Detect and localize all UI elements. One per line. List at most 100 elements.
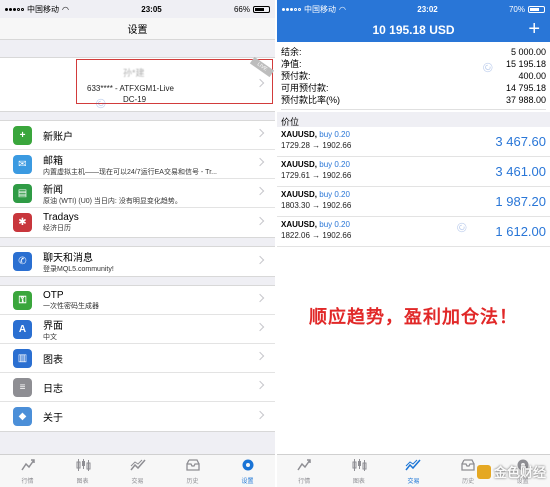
settings-row[interactable]: ✉ 邮箱 内置虚拟主机——现在可以24/7运行EA交易和信号 - Tr... xyxy=(0,150,275,179)
summary-row: 预付款: 400.00 xyxy=(281,70,546,82)
carrier-label: 中国移动 xyxy=(27,4,59,14)
position-profit: 1 612.00 xyxy=(495,224,546,239)
battery-icon xyxy=(253,5,270,13)
live-ribbon: LIVE xyxy=(249,56,275,78)
settings-row[interactable]: + 新账户 xyxy=(0,121,275,150)
account-summary: 结余: 5 000.00 净值: 15 195.18 预付款: 400.00 可用预付款: 1… xyxy=(277,42,550,110)
summary-value: 15 195.18 xyxy=(505,59,546,69)
tab-label: 图表 xyxy=(352,478,365,485)
tab-history[interactable]: 历史 xyxy=(165,455,220,487)
status-bar: 中国移动 ◠ 23:05 66% xyxy=(0,0,275,18)
tab-trade[interactable]: 交易 xyxy=(386,455,441,487)
tab-label: 行情 xyxy=(21,478,34,485)
settings-row-subtitle: 登录MQL5.community! xyxy=(43,266,114,273)
balance-bar: 10 195.18 USD + xyxy=(277,18,550,42)
summary-value: 14 795.18 xyxy=(505,83,546,93)
position-symbol: XAUUSD, xyxy=(281,130,318,139)
tab-quotes[interactable]: 行情 xyxy=(0,455,55,487)
divider xyxy=(281,109,546,110)
position-action: buy 0.20 xyxy=(319,130,350,139)
history-icon xyxy=(185,458,201,474)
quotes-icon xyxy=(296,458,312,474)
settings-row[interactable]: A 界面 中文 xyxy=(0,315,275,344)
tagline-text: 顺应趋势，盈利加仓法！ xyxy=(309,307,518,328)
summary-label: 结余: xyxy=(281,47,302,57)
position-row[interactable]: XAUUSD, buy 0.20 1729.61 → 1902.66 3 461.0… xyxy=(277,157,550,187)
tab-settings[interactable]: 设置 xyxy=(220,455,275,487)
tab-label: 交易 xyxy=(131,478,144,485)
settings-row[interactable]: ⚿ OTP 一次性密码生成器 xyxy=(0,286,275,315)
quotes-icon xyxy=(20,458,36,474)
settings-row[interactable]: ✱ Tradays 经济日历 xyxy=(0,208,275,237)
position-row[interactable]: XAUUSD, buy 0.20 1729.28 → 1902.66 3 467.6… xyxy=(277,127,550,157)
trade-icon xyxy=(129,458,146,474)
settings-row-text: 图表 xyxy=(43,351,63,366)
wifi-icon: ◠ xyxy=(62,4,69,14)
account-name: 孙*建 xyxy=(123,68,145,78)
battery-percent: 70% xyxy=(508,4,525,14)
settings-row[interactable]: ◆ 关于 xyxy=(0,402,275,431)
about-icon: ◆ xyxy=(13,407,32,426)
battery-icon xyxy=(528,5,545,13)
settings-row-subtitle: 经济日历 xyxy=(43,225,71,232)
tab-trade[interactable]: 交易 xyxy=(110,455,165,487)
summary-row: 结余: 5 000.00 xyxy=(281,46,546,58)
settings-row-text: 日志 xyxy=(43,380,63,395)
account-number: 633**** - ATFXGM1-Live xyxy=(87,84,174,93)
summary-row: 可用预付款: 14 795.18 xyxy=(281,82,546,94)
chart-icon: ▥ xyxy=(13,348,32,368)
signal-icon xyxy=(5,7,24,11)
chevron-right-icon xyxy=(255,322,265,332)
settings-row-subtitle: 一次性密码生成器 xyxy=(43,302,99,310)
brand-logo-icon xyxy=(476,464,491,479)
settings-row-subtitle: 原油 (WTI) (U0) 当日内: 没有明显变化趋势。 xyxy=(43,197,182,205)
settings-group-main: + 新账户 ✉ 邮箱 内置虚拟主机——现在可以24/7运行EA交易和信号 - Tr...… xyxy=(0,120,275,238)
account-card[interactable]: 孙*建 633**** - ATFXGM1-Live DC-19 LIVE xyxy=(0,56,275,112)
tab-candles[interactable]: 图表 xyxy=(55,455,110,487)
settings-row-text: 邮箱 内置虚拟主机——现在可以24/7运行EA交易和信号 - Tr... xyxy=(43,152,217,177)
settings-row-text: OTP 一次性密码生成器 xyxy=(43,290,99,311)
settings-row-title: 日志 xyxy=(43,383,63,395)
summary-label: 可用预付款: xyxy=(281,83,329,93)
chevron-right-icon xyxy=(255,410,265,419)
settings-row[interactable]: ≡ 日志 xyxy=(0,373,275,402)
status-bar: 中国移动 ◠ 23:02 70% xyxy=(277,0,550,18)
new-order-button[interactable]: + xyxy=(528,18,540,40)
settings-row-text: Tradays 经济日历 xyxy=(43,212,79,233)
summary-value: 5 000.00 xyxy=(510,47,546,57)
chevron-right-icon xyxy=(255,380,265,390)
position-action: buy 0.20 xyxy=(319,220,350,229)
positions-list: XAUUSD, buy 0.20 1729.28 → 1902.66 3 467.6… xyxy=(277,127,550,247)
news-icon: ▤ xyxy=(13,183,32,203)
tab-label: 历史 xyxy=(186,478,199,485)
settings-group-tools: ⚿ OTP 一次性密码生成器 A 界面 中文 ▥ 图表 ≡ 日志 ◆ 关于 xyxy=(0,285,275,432)
tab-label: 历史 xyxy=(462,478,475,485)
settings-row[interactable]: ✆ 聊天和消息 登录MQL5.community! xyxy=(0,247,275,276)
position-symbol: XAUUSD, xyxy=(281,160,318,169)
settings-row-title: 聊天和消息 xyxy=(43,253,93,264)
wifi-icon: ◠ xyxy=(339,4,346,14)
battery-percent: 66% xyxy=(233,4,250,14)
clock: 23:02 xyxy=(417,4,438,14)
settings-row-subtitle: 中文 xyxy=(43,333,57,341)
tab-quotes[interactable]: 行情 xyxy=(277,455,332,487)
summary-value: 400.00 xyxy=(518,71,546,81)
settings-row[interactable]: ▤ 新闻 原油 (WTI) (U0) 当日内: 没有明显变化趋势。 xyxy=(0,179,275,208)
candles-icon xyxy=(75,458,91,474)
tab-candles[interactable]: 图表 xyxy=(332,455,387,487)
position-row[interactable]: XAUUSD, buy 0.20 1803.30 → 1902.66 1 987.2… xyxy=(277,187,550,217)
chevron-right-icon xyxy=(255,128,265,138)
settings-row[interactable]: ▥ 图表 xyxy=(0,344,275,373)
positions-header: 价位 xyxy=(277,112,550,127)
trade-icon xyxy=(405,458,422,474)
position-profit: 3 467.60 xyxy=(495,134,546,149)
mail-icon: ✉ xyxy=(13,154,32,174)
summary-label: 预付款比率(%) xyxy=(281,95,340,105)
account-highlight-box: 孙*建 633**** - ATFXGM1-Live DC-19 LIVE xyxy=(76,56,275,104)
position-row[interactable]: XAUUSD, buy 0.20 1822.06 → 1902.66 1 612.0… xyxy=(277,217,550,247)
chevron-right-icon xyxy=(255,157,265,167)
summary-value: 37 988.00 xyxy=(505,95,546,105)
chevron-right-icon xyxy=(255,216,265,225)
chevron-right-icon xyxy=(255,186,265,196)
tab-label: 交易 xyxy=(407,478,420,485)
